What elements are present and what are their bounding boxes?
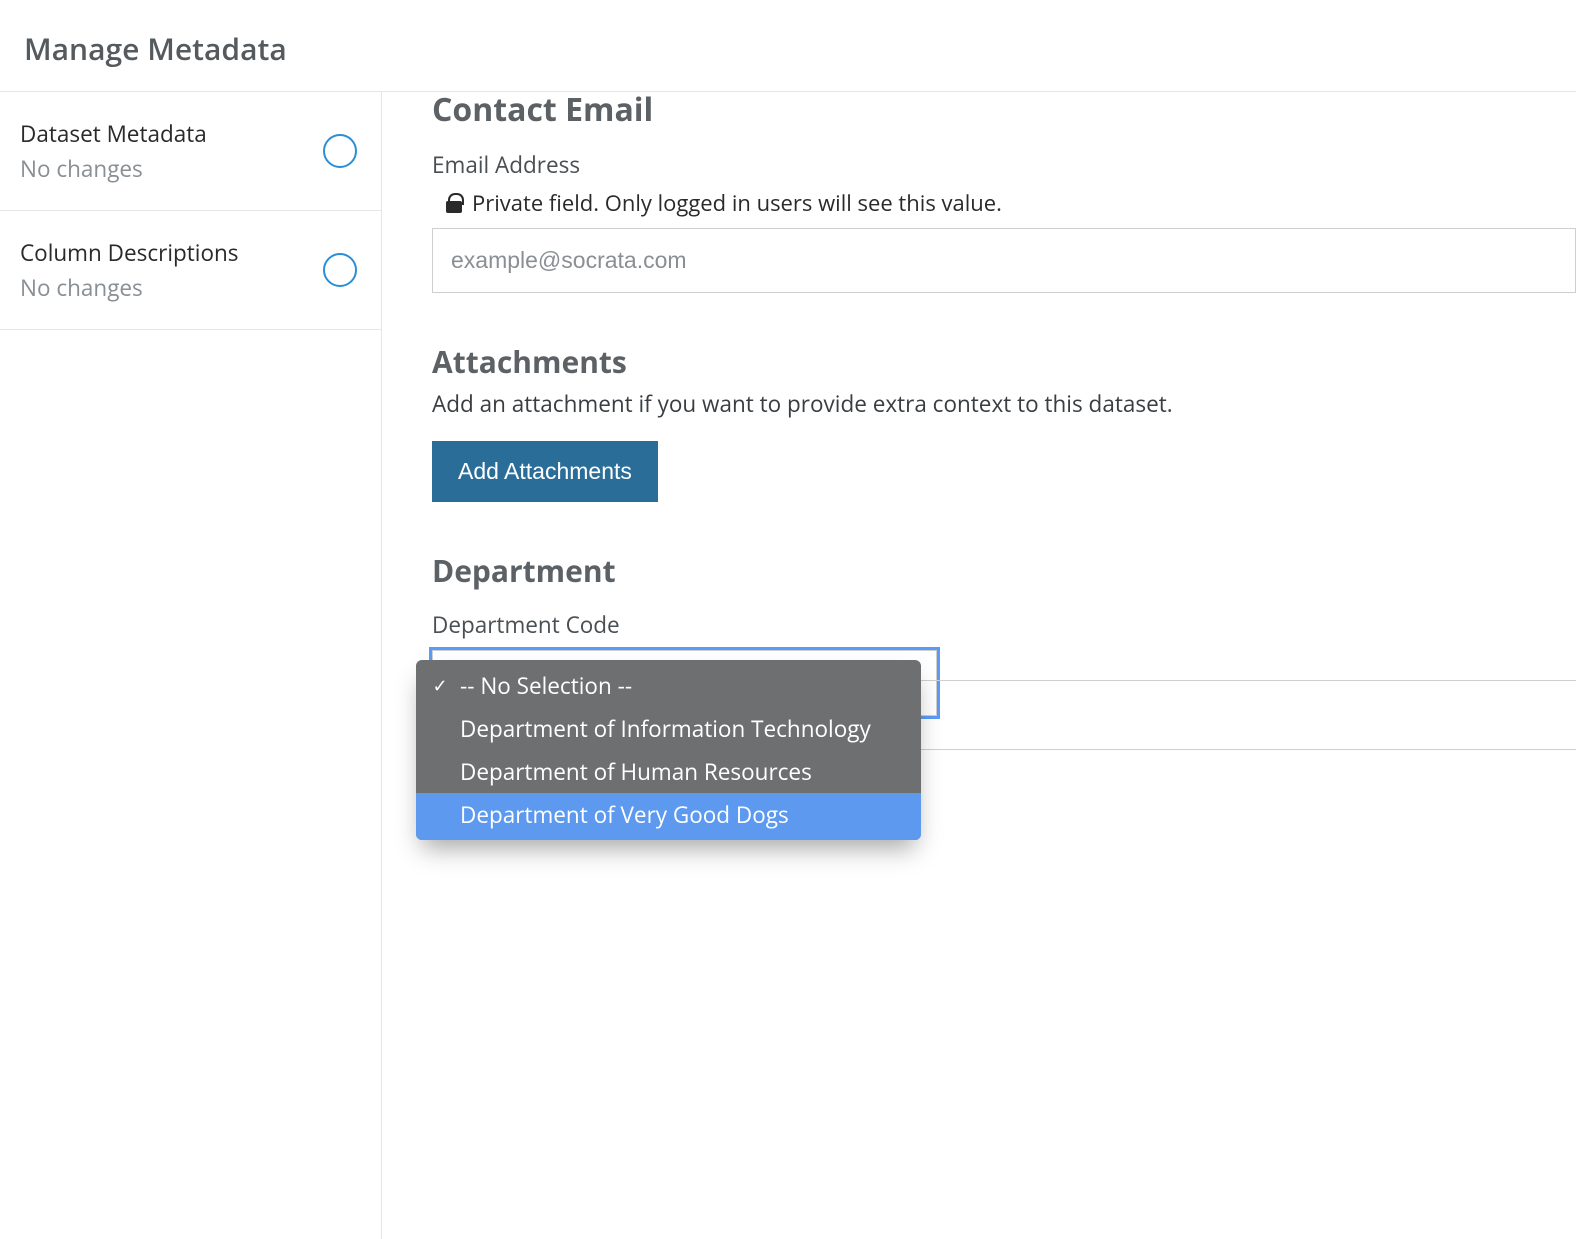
dropdown-option-label: Department of Information Technology	[460, 713, 871, 744]
department-code-select-wrap: ✓ -- No Selection -- Department of Infor…	[432, 650, 937, 716]
sidebar-item-labels: Dataset Metadata No changes	[20, 118, 207, 184]
attachments-section: Attachments Add an attachment if you wan…	[432, 341, 1576, 502]
sidebar-item-title: Column Descriptions	[20, 237, 239, 268]
dropdown-option-label: Department of Very Good Dogs	[460, 799, 789, 830]
section-heading-attachments: Attachments	[432, 341, 1576, 382]
dropdown-option-hr[interactable]: Department of Human Resources	[416, 750, 921, 793]
dropdown-option-dogs[interactable]: Department of Very Good Dogs	[416, 793, 921, 840]
field-label-department-code: Department Code	[432, 609, 1576, 640]
add-attachments-button[interactable]: Add Attachments	[432, 441, 658, 502]
sidebar-item-subtitle: No changes	[20, 272, 239, 303]
page-title: Manage Metadata	[24, 28, 1552, 69]
dropdown-option-it[interactable]: Department of Information Technology	[416, 707, 921, 750]
section-heading-contact-email: Contact Email	[432, 92, 1576, 131]
sidebar-item-column-descriptions[interactable]: Column Descriptions No changes	[0, 211, 381, 330]
attachments-description: Add an attachment if you want to provide…	[432, 388, 1576, 419]
layout: Dataset Metadata No changes Column Descr…	[0, 92, 1576, 1239]
dropdown-option-label: -- No Selection --	[460, 670, 632, 701]
sidebar-item-dataset-metadata[interactable]: Dataset Metadata No changes	[0, 92, 381, 211]
email-address-input[interactable]	[432, 228, 1576, 293]
page-header: Manage Metadata	[0, 0, 1576, 92]
lock-icon	[446, 193, 462, 213]
private-field-note-text: Private field. Only logged in users will…	[472, 188, 1002, 218]
status-circle-icon	[323, 134, 357, 168]
sidebar-item-title: Dataset Metadata	[20, 118, 207, 149]
check-icon: ✓	[430, 674, 450, 698]
sidebar-item-subtitle: No changes	[20, 153, 207, 184]
section-heading-department: Department	[432, 550, 1576, 591]
department-code-dropdown: ✓ -- No Selection -- Department of Infor…	[416, 660, 921, 840]
field-label-email-address: Email Address	[432, 149, 1576, 180]
sidebar: Dataset Metadata No changes Column Descr…	[0, 92, 382, 1239]
main-content: Contact Email Email Address Private fiel…	[382, 92, 1576, 1239]
sidebar-item-labels: Column Descriptions No changes	[20, 237, 239, 303]
dropdown-option-label: Department of Human Resources	[460, 756, 812, 787]
contact-email-section: Contact Email Email Address Private fiel…	[432, 92, 1576, 293]
department-section: Department Department Code ✓ -- No Selec…	[432, 550, 1576, 716]
dropdown-option-no-selection[interactable]: ✓ -- No Selection --	[416, 660, 921, 707]
private-field-note: Private field. Only logged in users will…	[446, 188, 1576, 218]
status-circle-icon	[323, 253, 357, 287]
